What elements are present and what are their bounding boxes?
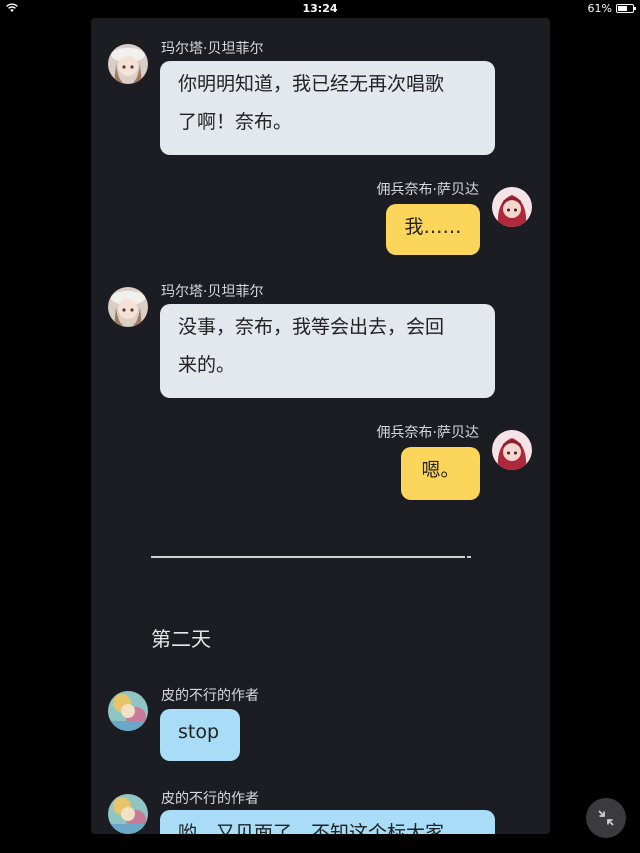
message-line: stop bbox=[178, 721, 220, 743]
sender-name: 皮的不行的作者 bbox=[161, 688, 259, 704]
sender-name: 皮的不行的作者 bbox=[161, 791, 259, 807]
chat-panel[interactable]: 玛尔塔·贝坦菲尔 你明明知道，我已经无再次唱歌 了啊！奈布。 佣兵奈布·萨贝达 … bbox=[91, 18, 550, 834]
author-avatar-image bbox=[108, 794, 148, 834]
avatar-marta[interactable] bbox=[108, 44, 148, 84]
marta-avatar-image bbox=[108, 44, 148, 84]
message-bubble[interactable]: 你明明知道，我已经无再次唱歌 了啊！奈布。 bbox=[160, 61, 495, 155]
battery-icon bbox=[616, 4, 636, 13]
message-line: 没事，奈布，我等会出去，会回 bbox=[178, 316, 445, 338]
avatar-author[interactable] bbox=[108, 794, 148, 834]
sender-name: 玛尔塔·贝坦菲尔 bbox=[161, 284, 264, 300]
message-line: 了啊！奈布。 bbox=[178, 111, 293, 133]
avatar-author[interactable] bbox=[108, 691, 148, 731]
message-line: 我…… bbox=[404, 216, 462, 238]
status-bar: 13:24 61% bbox=[0, 0, 640, 18]
sender-name: 佣兵奈布·萨贝达 bbox=[376, 182, 479, 198]
status-time: 13:24 bbox=[302, 2, 338, 15]
naib-avatar-image bbox=[492, 187, 532, 227]
message-line: 来的。 bbox=[178, 354, 236, 376]
avatar-marta[interactable] bbox=[108, 287, 148, 327]
author-avatar-image bbox=[108, 691, 148, 731]
avatar-naib[interactable] bbox=[492, 187, 532, 227]
message-bubble[interactable]: stop bbox=[160, 709, 240, 761]
message-line: 哟，又见面了，不知这个标大家 bbox=[178, 822, 445, 834]
minimize-button[interactable] bbox=[586, 798, 626, 838]
message-bubble[interactable]: 哟，又见面了，不知这个标大家 bbox=[160, 810, 495, 834]
minimize-icon bbox=[598, 810, 614, 826]
message-bubble[interactable]: 我…… bbox=[386, 204, 480, 255]
day-label: 第二天 bbox=[151, 627, 211, 651]
message-bubble[interactable]: 嗯。 bbox=[401, 447, 480, 500]
sender-name: 玛尔塔·贝坦菲尔 bbox=[161, 41, 264, 57]
message-bubble[interactable]: 没事，奈布，我等会出去，会回 来的。 bbox=[160, 304, 495, 398]
battery-percent: 61% bbox=[587, 2, 612, 15]
message-line: 嗯。 bbox=[421, 459, 460, 481]
avatar-naib[interactable] bbox=[492, 430, 532, 470]
sender-name: 佣兵奈布·萨贝达 bbox=[376, 425, 479, 441]
marta-avatar-image bbox=[108, 287, 148, 327]
section-divider bbox=[151, 556, 471, 558]
message-line: 你明明知道，我已经无再次唱歌 bbox=[178, 73, 445, 95]
naib-avatar-image bbox=[492, 430, 532, 470]
